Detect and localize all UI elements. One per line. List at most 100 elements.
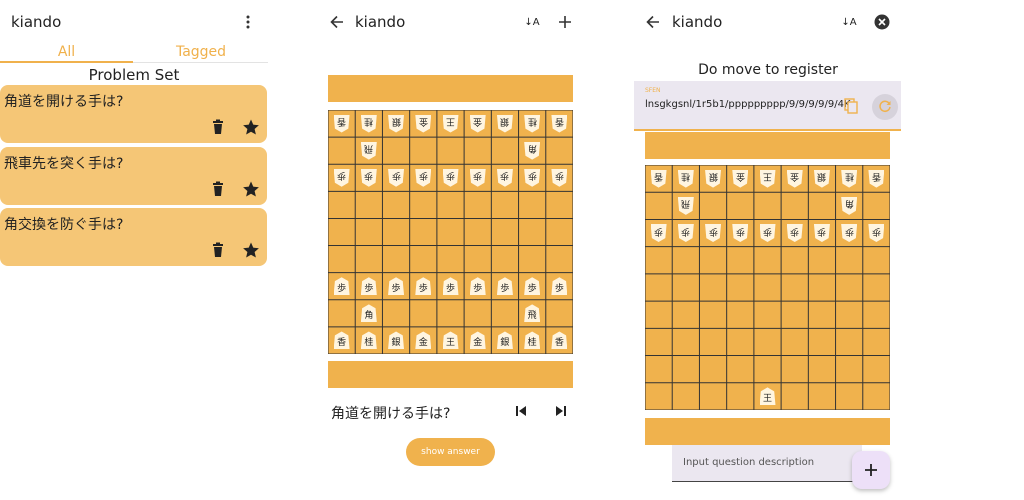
shogi-piece[interactable]: 香 [550,330,568,350]
arrow-back-icon[interactable] [328,13,346,31]
shogi-piece[interactable]: 桂 [523,114,541,134]
shogi-piece[interactable]: 歩 [360,276,378,296]
shogi-piece[interactable]: 金 [469,330,487,350]
shogi-piece[interactable]: 王 [759,386,777,406]
shogi-piece[interactable]: 角 [360,303,378,323]
shogi-piece[interactable]: 歩 [550,276,568,296]
piece-label: 歩 [817,225,827,236]
star-icon[interactable] [242,180,260,198]
shogi-piece[interactable]: 歩 [496,276,514,296]
trash-icon[interactable] [210,242,226,258]
star-icon[interactable] [242,118,260,136]
more-vert-icon[interactable] [240,13,256,31]
shogi-piece[interactable]: 金 [731,169,749,189]
shogi-piece[interactable]: 歩 [387,168,405,188]
shogi-piece[interactable]: 歩 [759,223,777,243]
sort-icon[interactable]: ↓A [523,13,541,31]
piece-label: 香 [554,337,564,348]
question-description-input[interactable]: Input question description [672,445,862,482]
star-icon[interactable] [242,241,260,259]
shogi-piece[interactable]: 歩 [333,276,351,296]
shogi-piece[interactable]: 歩 [469,168,487,188]
skip-previous-icon[interactable] [513,403,529,419]
add-problem-button[interactable] [852,451,890,489]
shogi-piece[interactable]: 桂 [677,169,695,189]
app-bar: kiando [0,0,268,44]
shogi-piece[interactable]: 歩 [442,168,460,188]
shogi-piece[interactable]: 銀 [387,114,405,134]
piece-label: 金 [735,171,745,182]
shogi-piece[interactable]: 銀 [387,330,405,350]
shogi-piece[interactable]: 銀 [496,114,514,134]
shogi-piece[interactable]: 王 [442,330,460,350]
shogi-piece[interactable]: 歩 [442,276,460,296]
shogi-piece[interactable]: 歩 [414,276,432,296]
shogi-piece[interactable]: 銀 [813,169,831,189]
shogi-piece[interactable]: 歩 [414,168,432,188]
shogi-piece[interactable]: 王 [442,114,460,134]
shogi-piece[interactable]: 香 [650,169,668,189]
shogi-piece[interactable]: 歩 [550,168,568,188]
problem-card[interactable]: 飛車先を突く手は? [0,147,267,205]
shogi-board[interactable]: 香桂銀金王金銀桂香飛角歩歩歩歩歩歩歩歩歩歩歩歩歩歩歩歩歩歩角飛香桂銀金王金銀桂香 [328,110,573,354]
shogi-piece[interactable]: 香 [867,169,885,189]
shogi-piece[interactable]: 銀 [704,169,722,189]
shogi-piece[interactable]: 歩 [523,276,541,296]
shogi-piece[interactable]: 歩 [704,223,722,243]
problem-card[interactable]: 角道を開ける手は? [0,85,267,143]
shogi-piece[interactable]: 歩 [496,168,514,188]
skip-next-icon[interactable] [553,403,569,419]
refresh-icon[interactable] [872,94,898,120]
sort-icon-label: ↓A [841,16,857,28]
shogi-piece[interactable]: 香 [550,114,568,134]
shogi-piece[interactable]: 歩 [387,276,405,296]
app-bar: kiando ↓A [318,0,586,44]
trash-icon[interactable] [210,119,226,135]
shogi-piece[interactable]: 歩 [677,223,695,243]
sfen-label: SFEN [645,87,661,94]
shogi-piece[interactable]: 香 [333,330,351,350]
shogi-piece[interactable]: 歩 [786,223,804,243]
shogi-piece[interactable]: 歩 [360,168,378,188]
shogi-piece[interactable]: 桂 [840,169,858,189]
sfen-field[interactable]: SFEN lnsgkgsnl/1r5b1/ppppppppp/9/9/9/9/9… [634,81,901,130]
plus-icon[interactable] [556,13,574,31]
shogi-piece[interactable]: 桂 [523,330,541,350]
shogi-board[interactable]: 香桂銀金王金銀桂香飛角歩歩歩歩歩歩歩歩歩王 [645,165,890,410]
shogi-piece[interactable]: 歩 [840,223,858,243]
shogi-piece[interactable]: 歩 [650,223,668,243]
piece-label: 歩 [735,225,745,236]
shogi-piece[interactable]: 歩 [469,276,487,296]
shogi-piece[interactable]: 歩 [813,223,831,243]
shogi-piece[interactable]: 歩 [523,168,541,188]
shogi-piece[interactable]: 飛 [523,303,541,323]
sort-icon[interactable]: ↓A [840,13,858,31]
arrow-back-icon[interactable] [644,13,662,31]
show-answer-button[interactable]: show answer [406,438,495,466]
shogi-piece[interactable]: 歩 [731,223,749,243]
shogi-piece[interactable]: 金 [414,114,432,134]
shogi-piece[interactable]: 王 [759,169,777,189]
shogi-piece[interactable]: 桂 [360,114,378,134]
shogi-piece[interactable]: 飛 [677,196,695,216]
piece-label: 角 [527,143,537,154]
trash-icon[interactable] [210,181,226,197]
shogi-piece[interactable]: 桂 [360,330,378,350]
shogi-piece[interactable]: 飛 [360,141,378,161]
problem-card[interactable]: 角交換を防ぐ手は? [0,208,267,266]
shogi-piece[interactable]: 金 [469,114,487,134]
shogi-piece[interactable]: 歩 [867,223,885,243]
copy-icon[interactable] [842,97,860,115]
problem-view-screen: kiando ↓A 香桂銀金王金銀桂香飛角歩歩歩歩歩歩歩歩歩歩歩歩歩歩歩歩歩歩角… [318,0,586,500]
tab-tagged[interactable]: Tagged [134,44,268,64]
piece-label: 歩 [527,170,537,181]
shogi-piece[interactable]: 銀 [496,330,514,350]
sfen-value[interactable]: lnsgkgsnl/1r5b1/ppppppppp/9/9/9/9/9/4K [645,98,851,112]
close-circle-icon[interactable] [873,13,891,31]
shogi-piece[interactable]: 香 [333,114,351,134]
shogi-piece[interactable]: 歩 [333,168,351,188]
shogi-piece[interactable]: 金 [414,330,432,350]
shogi-piece[interactable]: 角 [840,196,858,216]
shogi-piece[interactable]: 角 [523,141,541,161]
shogi-piece[interactable]: 金 [786,169,804,189]
